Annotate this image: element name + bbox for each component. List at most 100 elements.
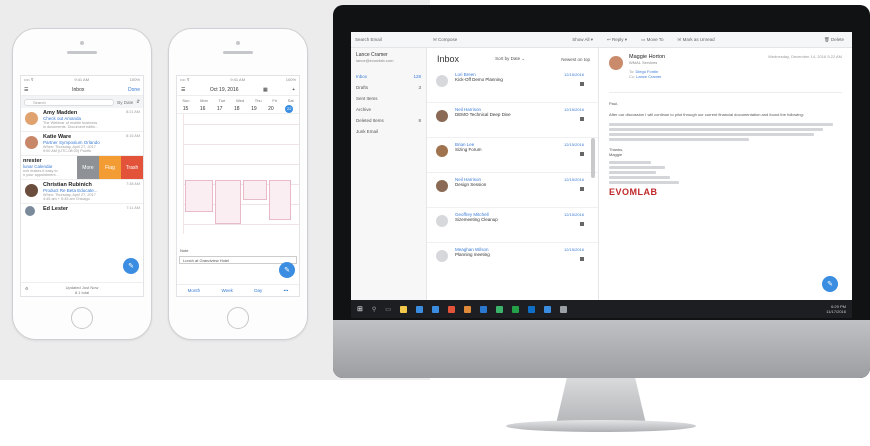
folder-drafts[interactable]: Drafts 3 — [356, 82, 421, 93]
event-note[interactable]: Lunch at Grandview Hotel — [179, 256, 297, 264]
reply-icon: ↩ — [607, 36, 611, 42]
done-button[interactable]: Done — [128, 87, 140, 93]
avatar — [436, 180, 448, 192]
delete-button[interactable]: 🗑 Delete — [824, 37, 844, 43]
calendar-month-label[interactable]: Oct 19, 2016 — [210, 87, 239, 93]
mail-item-swiped[interactable]: nrester lunar Calendar nch makes it easy… — [21, 156, 143, 180]
desktop-search-input[interactable]: Search Email — [351, 37, 427, 42]
order-toggle[interactable]: Newest on top — [561, 57, 590, 62]
folder-deleted[interactable]: Deleted Items 8 — [356, 115, 421, 126]
office-icon[interactable] — [447, 305, 455, 313]
move-to-button[interactable]: ▭ Move To — [641, 37, 663, 43]
list-scrollbar[interactable] — [591, 138, 595, 178]
settings-icon[interactable]: ⚙ — [25, 286, 29, 291]
system-tray[interactable]: 6:29 PM 11/17/2016 — [826, 304, 846, 314]
excel-icon[interactable] — [511, 305, 519, 313]
task-view-icon[interactable]: ▭ — [385, 306, 391, 313]
mail-item-5[interactable]: Ed Lester 7:11 AM — [21, 204, 143, 220]
sender-avatar — [609, 56, 623, 70]
tab-week[interactable]: Week — [222, 288, 233, 293]
mail-item-4[interactable]: Christian Rubinich Product Re Beta Educa… — [21, 180, 143, 204]
filter-icon[interactable]: ⇵ — [136, 99, 140, 105]
calendar-icon[interactable]: ▦ — [263, 87, 268, 93]
search-input[interactable]: Search — [24, 98, 115, 106]
status-time: 9:41 AM — [74, 77, 90, 82]
store-icon[interactable] — [431, 305, 439, 313]
avatar — [436, 145, 448, 157]
compose-fab[interactable]: ✎ — [822, 276, 838, 292]
calendar-grid[interactable] — [177, 114, 299, 234]
mail-app-icon[interactable] — [543, 305, 551, 313]
calendar-event[interactable] — [185, 180, 213, 212]
message-row[interactable]: Neil Harrison Design Session 12/15/2016 — [427, 173, 598, 208]
compose-icon: ✎ — [827, 281, 833, 288]
calendar-event[interactable] — [269, 180, 291, 220]
outlook-icon[interactable] — [527, 305, 535, 313]
note-label: Note — [180, 248, 189, 253]
avatar — [25, 112, 38, 125]
avatar — [25, 184, 38, 197]
account-email: lance@evomlab.com — [356, 58, 394, 63]
mark-unread-button[interactable]: ✉ Mark as Unread — [678, 37, 715, 43]
menu-icon[interactable]: ☰ — [181, 87, 185, 93]
avatar — [436, 250, 448, 262]
folder-archive[interactable]: Archive — [356, 104, 421, 115]
word-icon[interactable] — [479, 305, 487, 313]
calendar-icon — [580, 152, 584, 156]
tab-day[interactable]: Day — [254, 288, 262, 293]
phone-speaker — [67, 51, 97, 54]
calendar-event[interactable] — [243, 180, 267, 200]
recipient-cc[interactable]: Lance Cramer — [636, 74, 661, 79]
selected-date[interactable]: 22 — [285, 104, 294, 113]
message-row[interactable]: Brian Lee Sizing Forum 12/15/2016 — [427, 138, 598, 173]
tab-month[interactable]: Month — [188, 288, 201, 293]
swipe-trash-button[interactable]: Trash — [121, 156, 143, 179]
calendar-event[interactable] — [215, 180, 241, 224]
sort-dropdown[interactable]: Sort by Date ⌄ — [495, 56, 525, 62]
swipe-more-button[interactable]: More — [77, 156, 99, 179]
compose-fab[interactable]: ✎ — [279, 262, 295, 278]
avatar — [25, 206, 35, 216]
calendar-view-tabs: Month Week Day ••• — [177, 284, 299, 296]
compose-button[interactable]: ✉ Compose — [433, 37, 457, 43]
swipe-actions: More Flag Trash — [77, 156, 143, 179]
trash-icon: 🗑 — [824, 36, 830, 42]
file-explorer-icon[interactable] — [399, 305, 407, 313]
app-icon[interactable] — [559, 305, 567, 313]
message-row[interactable]: Lori Breen Kick-Off Demo Planning 12/15/2… — [427, 68, 598, 103]
desktop-monitor: Search Email ✉ Compose Show All ▾ ↩ Repl… — [333, 5, 870, 378]
tab-more[interactable]: ••• — [284, 288, 289, 293]
show-all-dropdown[interactable]: Show All ▾ — [572, 37, 593, 43]
edge-icon[interactable] — [415, 305, 423, 313]
start-icon[interactable]: ⊞ — [357, 305, 363, 313]
mail-item-2[interactable]: Katie Ware Partner Symposium Orlando Whe… — [21, 132, 143, 156]
compose-fab[interactable]: ✎ — [123, 258, 139, 274]
spotify-icon[interactable] — [495, 305, 503, 313]
folder-junk[interactable]: Junk Email — [356, 126, 421, 137]
menu-icon[interactable]: ☰ — [24, 87, 28, 93]
search-icon[interactable]: ⚲ — [372, 306, 376, 313]
message-row[interactable]: Meaghan Wilson Planning meeting 12/15/201… — [427, 243, 598, 278]
add-event-icon[interactable]: + — [292, 87, 295, 93]
phone-camera — [236, 41, 240, 45]
mail-footer: Updated Just Now 8.1 total ⚙ — [21, 282, 143, 296]
phone-calendar-app: •••• ⊽ 9:41 AM 100% ☰ Oct 19, 2016 ▦ + S… — [168, 28, 308, 340]
calendar-icon — [580, 187, 584, 191]
avatar — [436, 110, 448, 122]
monitor-chin — [333, 320, 870, 378]
home-button[interactable] — [227, 307, 249, 329]
battery-indicator: 100% — [129, 77, 140, 82]
app-icon[interactable] — [463, 305, 471, 313]
company-logo: EVOMLAB — [609, 187, 658, 197]
swipe-flag-button[interactable]: Flag — [99, 156, 121, 179]
message-date: Wednesday, December 14, 2016 5:22 AM — [768, 54, 842, 59]
folder-inbox[interactable]: Inbox 128 — [356, 71, 421, 82]
list-title: Inbox — [437, 54, 460, 64]
message-row[interactable]: Neil Harrison DEMO Technical Deep Dive 12… — [427, 103, 598, 138]
mail-item-1[interactable]: Amy Madden Check out Amanda The Webinar … — [21, 108, 143, 132]
folder-sent[interactable]: Sent Items — [356, 93, 421, 104]
message-row[interactable]: Geoffrey Mitchell Sizemeeting Cleanup 12/… — [427, 208, 598, 243]
sort-button[interactable]: By Date — [117, 100, 133, 105]
home-button[interactable] — [71, 307, 93, 329]
reply-button[interactable]: ↩ Reply ▾ — [607, 37, 627, 43]
